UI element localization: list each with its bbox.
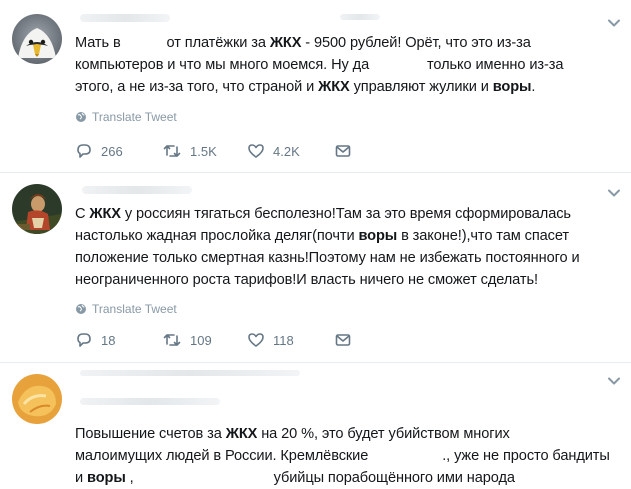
globe-icon: [76, 112, 86, 122]
tweet-text: Мать в от платёжки за ЖКХ - 9500 рублей!…: [75, 35, 564, 95]
retweet-button[interactable]: 1.5K: [162, 142, 217, 160]
translate-tweet-link[interactable]: Translate Tweet: [75, 302, 177, 316]
tweet-1[interactable]: Мать в от платёжки за ЖКХ - 9500 рублей!…: [0, 0, 631, 173]
avatar-eagle[interactable]: [12, 14, 62, 64]
retweet-count: 109: [190, 332, 212, 348]
reply-count: 266: [101, 143, 123, 159]
tweet-2[interactable]: С ЖКХ у россиян тягаться бесполезно!Там …: [0, 172, 631, 363]
retweet-count: 1.5K: [190, 143, 217, 159]
blurred-header: [340, 14, 380, 20]
retweet-icon: [163, 334, 181, 346]
like-count: 4.2K: [273, 143, 300, 159]
tweet-actions: 18 109 118: [75, 331, 405, 351]
reply-icon: [77, 333, 91, 347]
like-button[interactable]: 118: [247, 331, 294, 349]
reply-button[interactable]: 18: [75, 331, 115, 349]
translate-tweet-link[interactable]: Translate Tweet: [75, 110, 177, 124]
like-icon: [248, 144, 264, 158]
like-icon: [248, 333, 264, 347]
globe-icon: [76, 304, 86, 314]
blurred-header: [80, 370, 300, 376]
avatar-painting[interactable]: [12, 184, 62, 234]
dm-button[interactable]: [334, 331, 352, 349]
dm-button[interactable]: [334, 142, 352, 160]
dm-icon: [335, 334, 351, 346]
tweet-text: С ЖКХ у россиян тягаться бесполезно!Там …: [75, 206, 580, 288]
like-button[interactable]: 4.2K: [247, 142, 300, 160]
dm-icon: [335, 145, 351, 157]
tweet-3[interactable]: Повышение счетов за ЖКХ на 20 %, это буд…: [0, 362, 631, 488]
reply-button[interactable]: 266: [75, 142, 123, 160]
chevron-down-icon[interactable]: [607, 16, 621, 30]
tweet-actions: 266 1.5K 4.2K: [75, 142, 405, 162]
blurred-header: [80, 14, 170, 22]
like-count: 118: [273, 332, 294, 348]
retweet-icon: [163, 145, 181, 157]
reply-count: 18: [101, 332, 116, 348]
reply-icon: [77, 144, 91, 158]
retweet-button[interactable]: 109: [162, 331, 212, 349]
chevron-down-icon[interactable]: [607, 186, 621, 200]
blurred-header: [80, 398, 220, 405]
chevron-down-icon[interactable]: [607, 374, 621, 388]
avatar-orange[interactable]: [12, 374, 62, 424]
blurred-header: [82, 186, 192, 194]
tweet-text: Повышение счетов за ЖКХ на 20 %, это буд…: [75, 426, 610, 486]
